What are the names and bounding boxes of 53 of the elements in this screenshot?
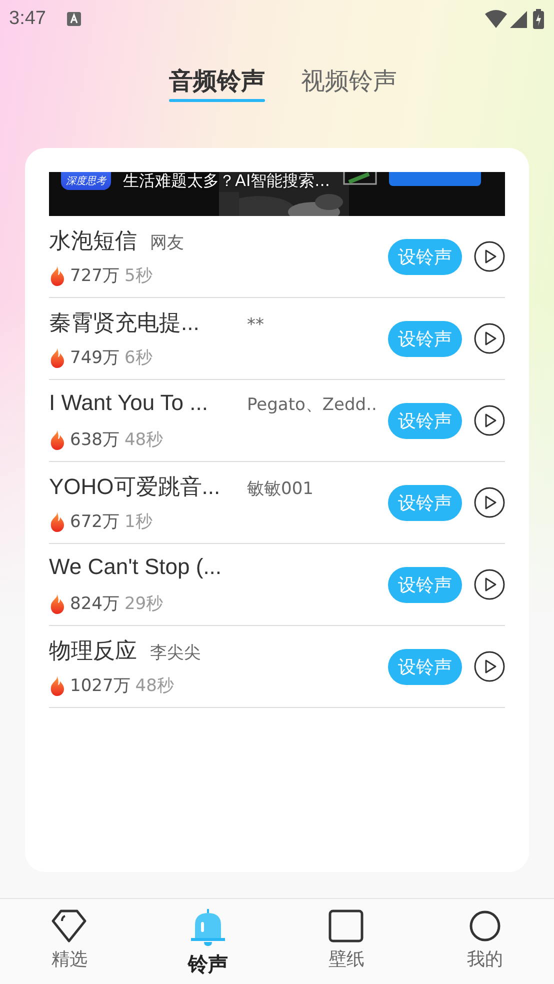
- ad-banner[interactable]: 深度思考 生活难题太多？AI智能搜索...: [49, 172, 505, 216]
- play-icon[interactable]: [474, 405, 505, 436]
- ringtone-title: We Can't Stop (...: [49, 554, 222, 580]
- ringtone-author: **: [247, 315, 264, 335]
- duration: 6秒: [124, 347, 152, 369]
- play-icon[interactable]: [474, 569, 505, 600]
- app-icon: 深度思考: [61, 172, 111, 190]
- play-count: 1027万: [70, 675, 130, 697]
- flame-icon: [49, 594, 65, 614]
- duration: 5秒: [124, 265, 152, 287]
- ad-text: 生活难题太多？AI智能搜索...: [123, 172, 330, 190]
- ringtone-author: 网友: [150, 232, 184, 254]
- ringtone-author: Pegato、Zedd..: [247, 394, 377, 416]
- play-icon[interactable]: [474, 651, 505, 682]
- play-icon[interactable]: [474, 487, 505, 518]
- duration: 48秒: [135, 675, 174, 697]
- nav-tab[interactable]: 我的: [416, 899, 554, 984]
- flame-icon: [49, 430, 65, 450]
- wifi-icon: [485, 10, 507, 28]
- ringtone-title: YOHO可爱跳音...: [49, 473, 222, 501]
- ringtone-title: 物理反应: [49, 637, 137, 665]
- flame-icon: [49, 266, 65, 286]
- battery-icon: [533, 9, 544, 29]
- wallpaper-icon: [328, 909, 364, 943]
- play-count: 824万: [70, 593, 120, 615]
- ringtone-author: 敏敏001: [247, 478, 314, 500]
- flame-icon: [49, 348, 65, 368]
- ringtone-author: 李尖尖: [150, 642, 201, 664]
- ringtone-title: 水泡短信: [49, 227, 137, 255]
- flame-icon: [49, 676, 65, 696]
- status-time: 3:47: [9, 8, 46, 30]
- play-count: 749万: [70, 347, 120, 369]
- duration: 48秒: [124, 429, 164, 451]
- bell-icon: [190, 909, 225, 947]
- ringtone-title: I Want You To ...: [49, 390, 209, 416]
- image-icon: [343, 172, 377, 186]
- nav-tab[interactable]: 壁纸: [277, 899, 416, 984]
- play-count: 638万: [70, 429, 120, 451]
- duration: 29秒: [124, 593, 164, 615]
- tab[interactable]: 音频铃声: [169, 62, 265, 100]
- play-icon[interactable]: [474, 323, 505, 354]
- diamond-icon: [51, 909, 88, 943]
- nav-tab[interactable]: 铃声: [138, 899, 277, 984]
- play-count: 672万: [70, 511, 120, 533]
- ringtone-title: 秦霄贤充电提...: [49, 309, 200, 337]
- play-count: 727万: [70, 265, 120, 287]
- tab[interactable]: 视频铃声: [301, 62, 397, 100]
- signal-icon: [510, 10, 527, 28]
- notification-icon: [66, 12, 81, 26]
- duration: 1秒: [124, 511, 152, 533]
- flame-icon: [49, 512, 65, 532]
- nav-tab[interactable]: 精选: [0, 899, 138, 984]
- play-icon[interactable]: [474, 241, 505, 272]
